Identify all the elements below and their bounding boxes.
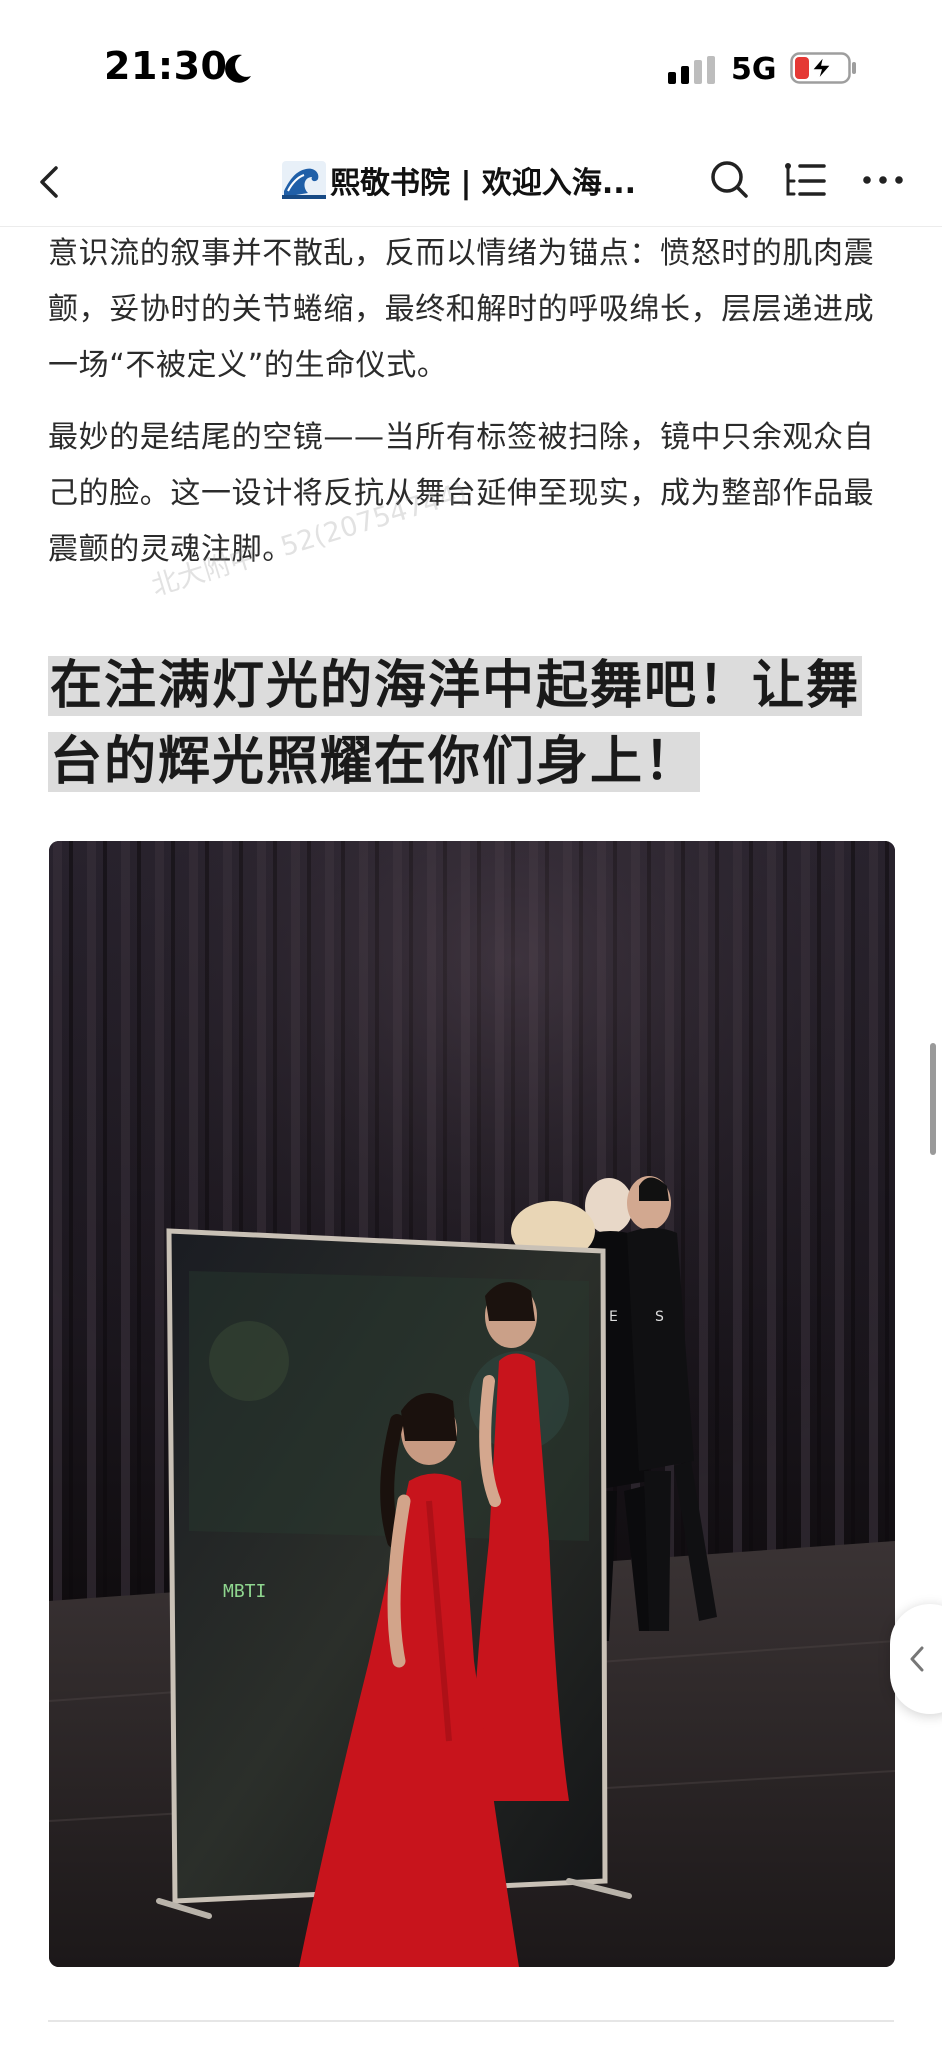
article-paragraph-2: 最妙的是结尾的空镜——当所有标签被扫除，镜中只余观众自己的脸。这一设计将反抗从舞… (48, 420, 875, 567)
shirt-letter-1: E (609, 1309, 618, 1325)
back-button[interactable] (22, 154, 78, 210)
network-type: 5G (731, 52, 777, 87)
list-icon[interactable] (780, 156, 830, 204)
battery-charging-icon (790, 52, 856, 84)
section-heading: 在注满灯光的海洋中起舞吧！让舞台的辉光照耀在你们身上！ (48, 648, 898, 800)
stage-photo[interactable]: E S MBTI (49, 841, 895, 1967)
stage-photo-drawing: E S MBTI (49, 841, 895, 1967)
nav-title: 熙敬书院 | 欢迎入海... (282, 158, 672, 202)
section-heading-text: 在注满灯光的海洋中起舞吧！让舞台的辉光照耀在你们身上！ (48, 656, 863, 792)
nav-bar: 熙敬书院 | 欢迎入海... (0, 136, 942, 227)
nav-title-text: 熙敬书院 | 欢迎入海... (330, 166, 637, 201)
chevron-left-icon (910, 1646, 924, 1672)
wave-icon (282, 161, 326, 199)
scrollbar-thumb[interactable] (930, 1043, 936, 1155)
signal-icon (668, 56, 715, 84)
section-divider (48, 2020, 894, 2022)
article-paragraph-1: 意识流的叙事并不散乱，反而以情绪为锚点：愤怒时的肌肉震颤，妥协时的关节蜷缩，最终… (48, 236, 875, 383)
moon-icon (225, 54, 251, 83)
side-float-button[interactable] (890, 1604, 942, 1714)
shirt-letter-2: S (655, 1309, 664, 1325)
status-bar: 21:30 5G (0, 0, 942, 136)
mirror-text: MBTI (223, 1581, 266, 1602)
search-icon[interactable] (706, 156, 754, 204)
more-icon[interactable] (858, 156, 908, 204)
status-time: 21:30 (104, 44, 228, 88)
